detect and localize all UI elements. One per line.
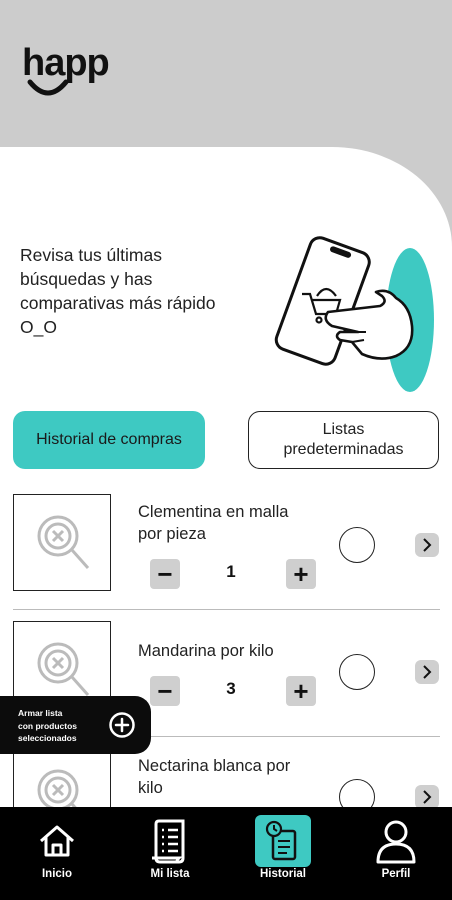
chevron-right-icon <box>423 665 432 679</box>
decrease-button[interactable]: − <box>150 559 180 589</box>
nav-icon-container <box>29 815 85 867</box>
product-image-placeholder <box>13 494 111 591</box>
intro-line: comparativas más rápido <box>20 293 216 313</box>
build-list-button[interactable]: Armar lista con productos seleccionados <box>0 696 151 754</box>
nav-icon-container <box>142 815 198 867</box>
phone-hand-illustration <box>274 236 434 392</box>
nav-label: Inicio <box>41 868 73 880</box>
build-list-label-line: seleccionados <box>18 733 77 743</box>
product-name-line: kilo <box>138 779 163 797</box>
user-icon <box>376 820 416 864</box>
tab-listas-predeterminadas[interactable]: Listas predeterminadas <box>248 411 439 469</box>
tab-label-line: predeterminadas <box>283 441 404 458</box>
quantity-value: 1 <box>226 562 236 581</box>
product-detail-button[interactable] <box>415 660 439 684</box>
image-not-found-icon <box>37 642 90 696</box>
build-list-label-line: con productos <box>18 720 78 731</box>
chevron-right-icon <box>423 538 432 552</box>
build-list-label: Armar lista con productos seleccionados <box>18 707 77 745</box>
quantity-stepper: − 1 + <box>150 559 320 591</box>
nav-label: Mi lista <box>150 868 190 880</box>
happ-logo: happ <box>22 44 142 104</box>
product-name: Clementina en malla por pieza <box>138 501 328 545</box>
tab-label-line: Listas <box>322 421 365 438</box>
chevron-right-icon <box>423 790 432 804</box>
home-icon <box>40 825 74 857</box>
image-not-found-icon <box>37 515 90 569</box>
nav-item-mi-lista[interactable]: Mi lista <box>125 807 215 900</box>
intro-line: O_O <box>20 317 57 337</box>
history-icon <box>265 820 297 861</box>
bottom-navigation: Inicio Mi lista Historial Perfil <box>0 807 452 900</box>
product-name-line: Mandarina por kilo <box>138 642 274 660</box>
nav-icon-container <box>255 815 311 867</box>
product-name: Mandarina por kilo <box>138 640 328 662</box>
decrease-button[interactable]: − <box>150 676 180 706</box>
quantity-stepper: − 3 + <box>150 676 320 708</box>
product-name: Nectarina blanca por kilo <box>138 755 328 799</box>
list-icon <box>152 819 185 864</box>
increase-button[interactable]: + <box>286 676 316 706</box>
nav-item-historial[interactable]: Historial <box>238 807 328 900</box>
product-name-line: por pieza <box>138 525 206 543</box>
intro-line: Revisa tus últimas <box>20 245 162 265</box>
nav-label: Historial <box>259 868 306 880</box>
intro-line: búsquedas y has <box>20 269 153 289</box>
plus-circle-icon <box>109 712 135 738</box>
product-row: Clementina en malla por pieza − 1 + <box>13 491 440 610</box>
nav-label: Perfil <box>381 868 411 880</box>
nav-item-inicio[interactable]: Inicio <box>12 807 102 900</box>
smile-icon <box>27 79 69 96</box>
tab-historial-de-compras[interactable]: Historial de compras <box>13 411 205 469</box>
select-product-radio[interactable] <box>339 654 375 690</box>
build-list-label-line: Armar lista <box>18 708 63 718</box>
product-name-line: Clementina en malla <box>138 503 289 521</box>
nav-icon-container <box>368 815 424 867</box>
quantity-value: 3 <box>226 679 236 698</box>
select-product-radio[interactable] <box>339 527 375 563</box>
nav-item-perfil[interactable]: Perfil <box>351 807 441 900</box>
logo-text: happ <box>22 42 110 84</box>
product-detail-button[interactable] <box>415 533 439 557</box>
tab-label: Historial de compras <box>36 431 182 448</box>
intro-text: Revisa tus últimas búsquedas y has compa… <box>20 243 260 339</box>
product-name-line: Nectarina blanca por <box>138 757 291 775</box>
increase-button[interactable]: + <box>286 559 316 589</box>
product-detail-button[interactable] <box>415 785 439 809</box>
